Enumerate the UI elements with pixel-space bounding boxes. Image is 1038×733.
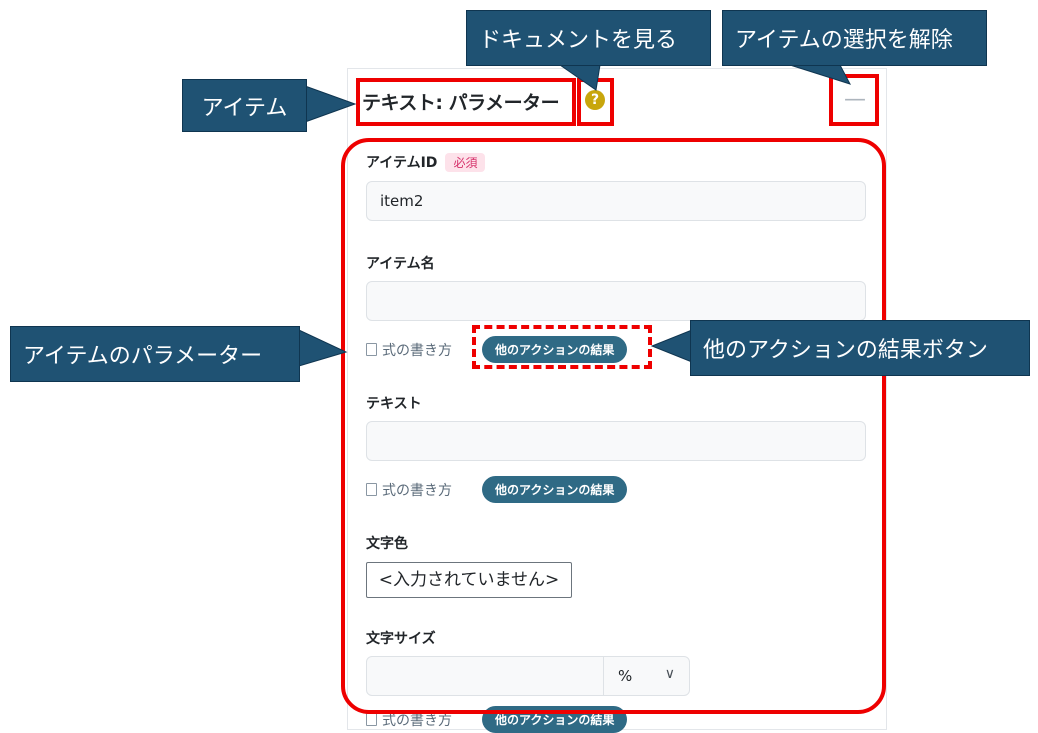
callout-item: アイテム xyxy=(182,79,307,132)
callout-params: アイテムのパラメーター xyxy=(10,326,300,382)
callout-docs: ドキュメントを見る xyxy=(466,10,711,66)
callout-deselect: アイテムの選択を解除 xyxy=(722,10,987,66)
pointer-item xyxy=(304,85,357,123)
callout-other-result: 他のアクションの結果ボタン xyxy=(690,320,1030,376)
pointer-params xyxy=(298,329,348,367)
pointer-deselect xyxy=(789,64,852,85)
pointer-docs xyxy=(558,64,601,91)
pointer-other-result xyxy=(650,329,693,363)
